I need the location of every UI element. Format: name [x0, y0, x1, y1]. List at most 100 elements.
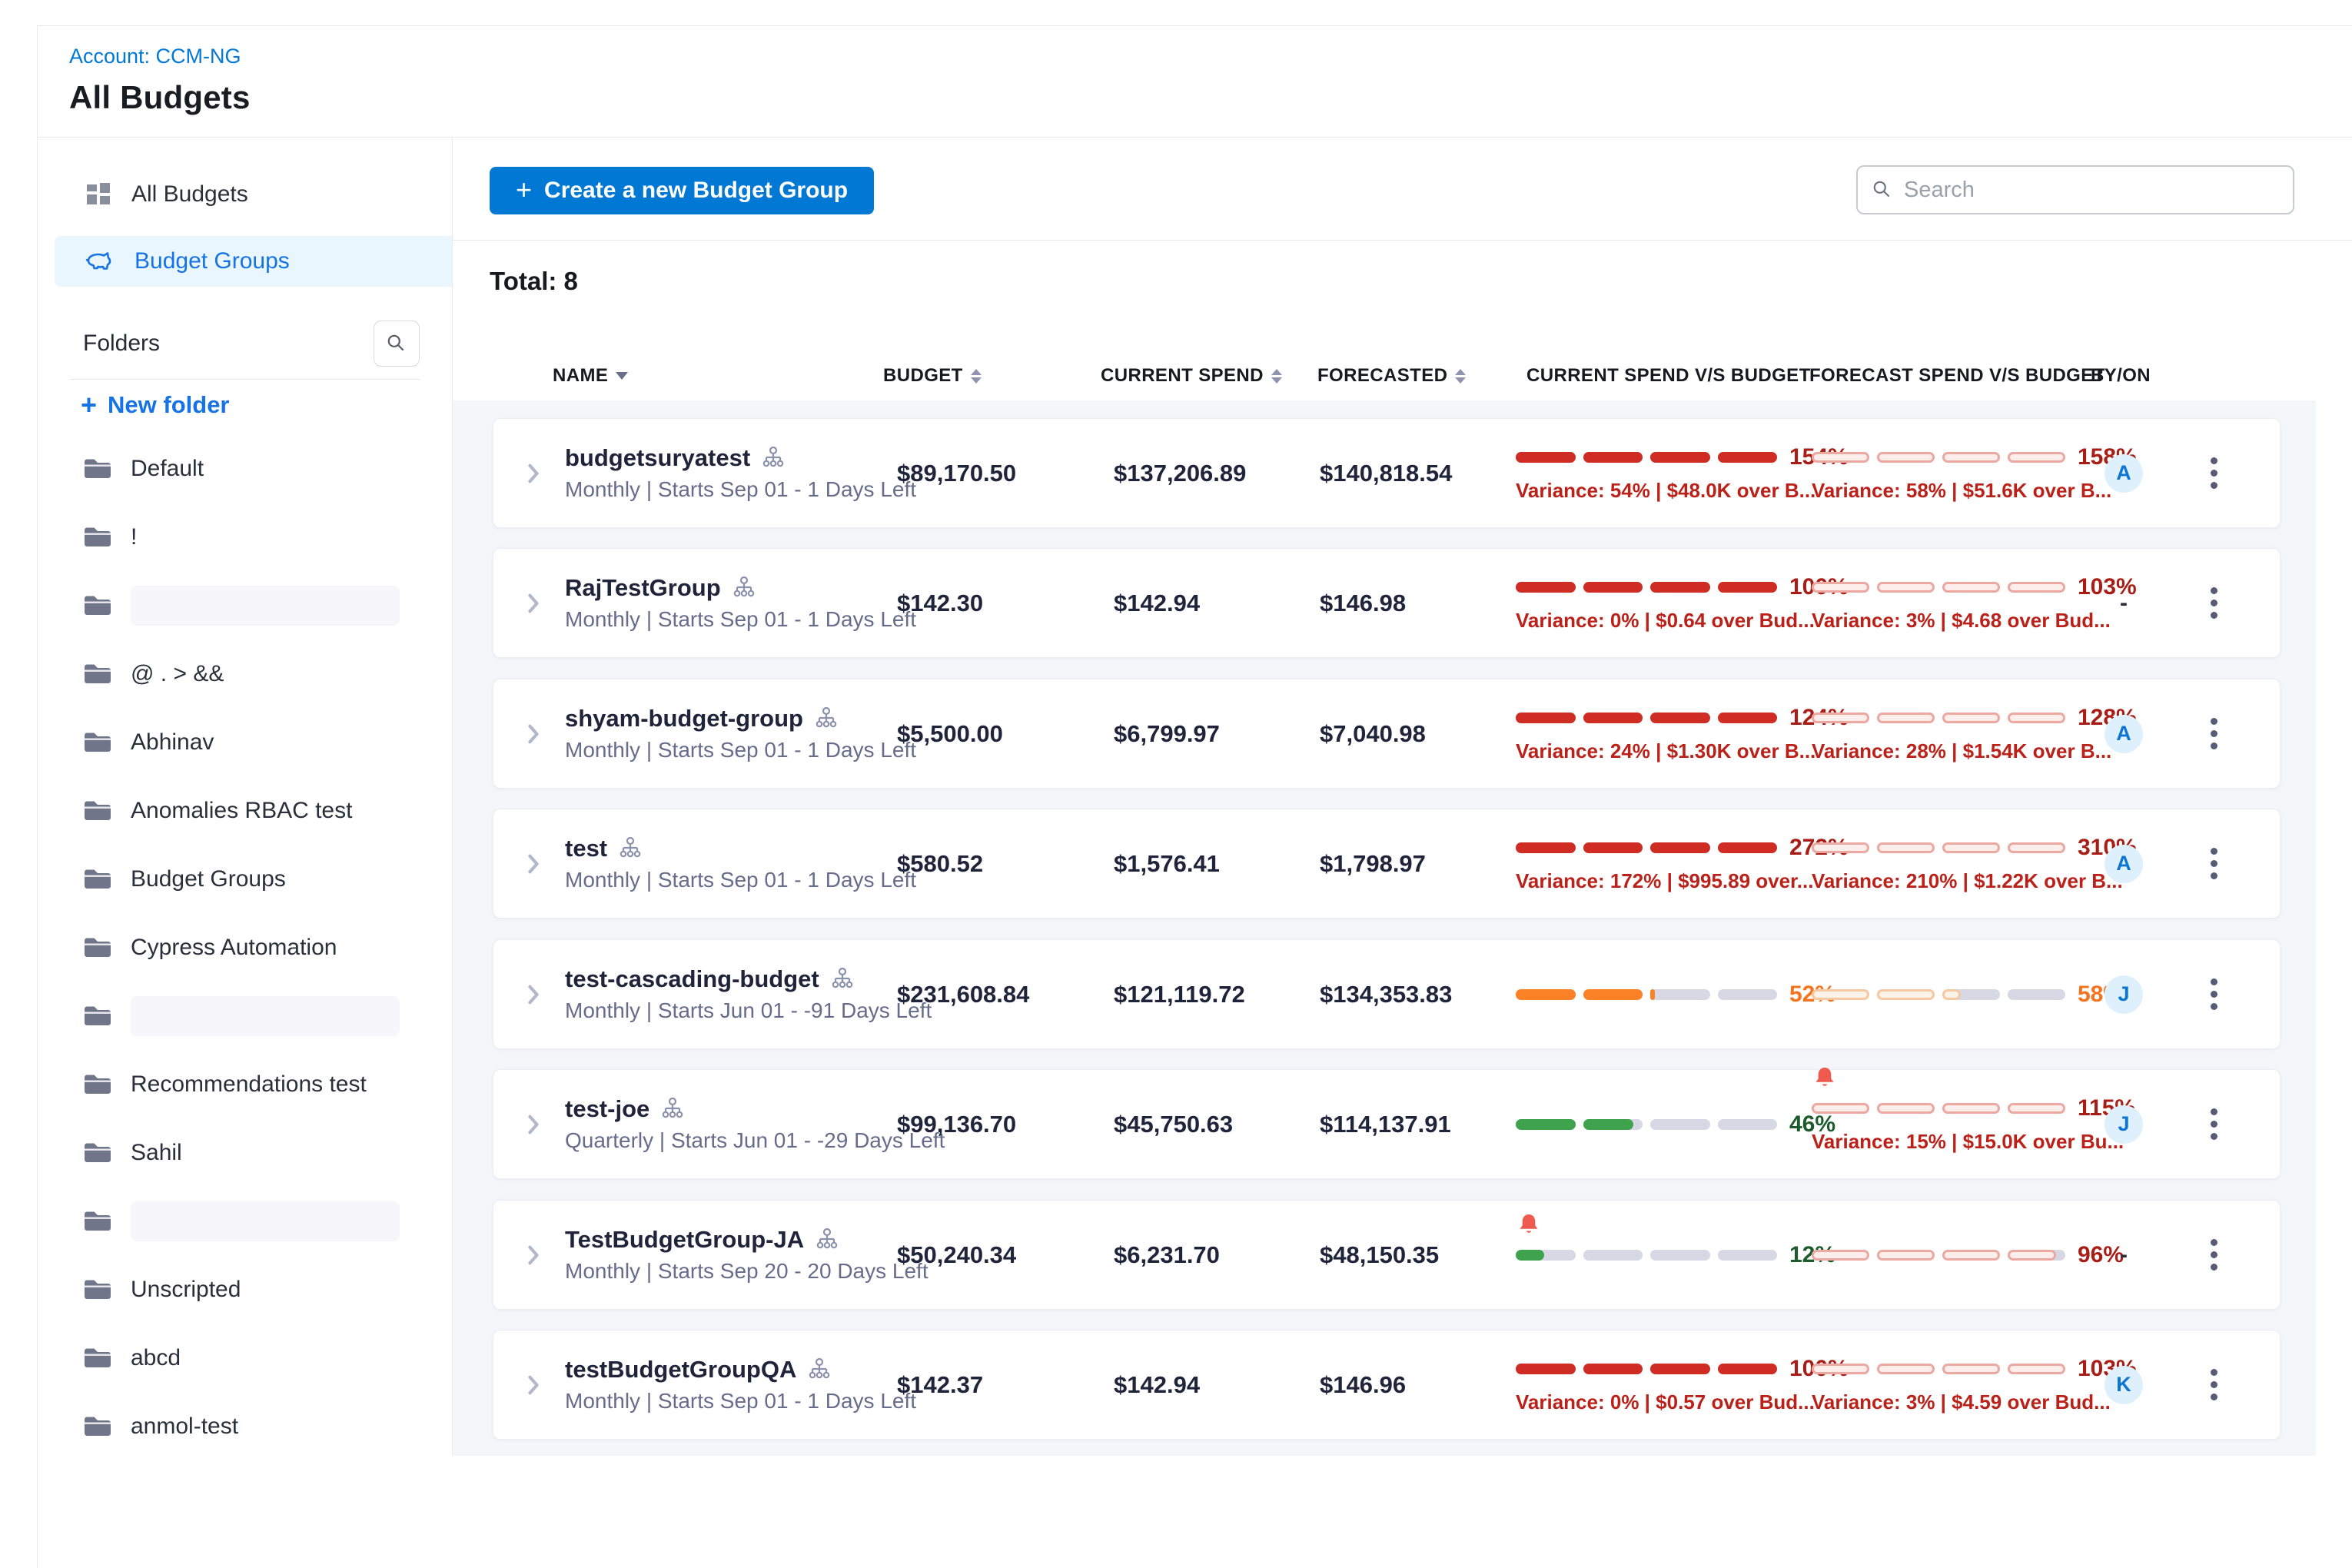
folder-icon [83, 1141, 112, 1164]
budget-group-row[interactable]: testBudgetGroupQA Monthly | Starts Sep 0… [493, 1330, 2281, 1440]
grid-icon [85, 181, 111, 208]
sidebar-folder-item[interactable]: @ . > && [83, 653, 444, 696]
sidebar-folder-item[interactable]: abcd [83, 1337, 444, 1380]
budget-amount: $50,240.34 [897, 1241, 1016, 1269]
sidebar-folder-item[interactable]: Cypress Automation [83, 926, 444, 969]
budget-amount: $580.52 [897, 850, 983, 878]
row-expand-chevron[interactable] [527, 1201, 540, 1309]
sidebar-item-all-budgets[interactable]: All Budgets [55, 169, 452, 220]
create-budget-group-button[interactable]: + Create a new Budget Group [490, 167, 874, 214]
budget-group-name[interactable]: budgetsuryatest [565, 444, 750, 472]
main-content: + Create a new Budget Group Total: 8 NAM… [453, 138, 2352, 1456]
budget-group-name[interactable]: test-cascading-budget [565, 965, 819, 993]
by-on-cell: - [2102, 549, 2145, 657]
sidebar-folder-item[interactable] [83, 995, 444, 1038]
name-cell: test-joe Quarterly | Starts Jun 01 - -29… [565, 1070, 945, 1178]
column-header-budget[interactable]: BUDGET [883, 365, 982, 387]
budget-group-name[interactable]: test-joe [565, 1095, 649, 1123]
folder-name: Sahil [131, 1140, 182, 1166]
sidebar: All Budgets Budget Groups Folders [38, 138, 453, 1456]
row-expand-chevron[interactable] [527, 1070, 540, 1178]
account-breadcrumb-link[interactable]: Account: CCM-NG [69, 45, 2352, 68]
folder-name: Cypress Automation [131, 935, 337, 961]
row-menu-button[interactable] [2198, 809, 2229, 918]
sort-icon [1271, 369, 1282, 384]
sidebar-folder-item[interactable]: ! [83, 516, 444, 559]
row-menu-button[interactable] [2198, 1070, 2229, 1178]
row-menu-button[interactable] [2198, 1201, 2229, 1309]
hierarchy-icon [830, 967, 855, 992]
sidebar-folder-item[interactable]: Sahil [83, 1131, 444, 1174]
folder-name: @ . > && [131, 661, 224, 687]
folder-icon [83, 1347, 112, 1370]
sidebar-item-budget-groups[interactable]: Budget Groups [55, 236, 452, 287]
sidebar-folder-item[interactable] [83, 584, 444, 627]
current-vs-budget-bar [1516, 452, 1777, 463]
new-folder-button[interactable]: + New folder [81, 391, 230, 419]
budget-group-name[interactable]: testBudgetGroupQA [565, 1356, 796, 1384]
folder-icon [83, 1210, 112, 1233]
budget-amount: $142.30 [897, 590, 983, 617]
sidebar-folder-item[interactable]: Unscripted [83, 1268, 444, 1311]
name-cell: testBudgetGroupQA Monthly | Starts Sep 0… [565, 1330, 916, 1439]
folder-icon [83, 663, 112, 686]
sidebar-folder-item[interactable]: Abhinav [83, 721, 444, 764]
column-header-forecasted[interactable]: FORECASTED [1317, 365, 1466, 387]
row-expand-chevron[interactable] [527, 419, 540, 527]
by-on-empty-dash: - [2120, 590, 2128, 616]
sidebar-folder-item[interactable]: anmol-test [83, 1405, 444, 1448]
folder-search-button[interactable] [374, 321, 420, 367]
name-cell: shyam-budget-group Monthly | Starts Sep … [565, 679, 916, 788]
sidebar-folder-item[interactable]: Anomalies RBAC test [83, 789, 444, 832]
budget-group-name[interactable]: shyam-budget-group [565, 705, 803, 733]
search-input[interactable] [1904, 178, 2279, 203]
by-on-avatar: K [2105, 1366, 2143, 1404]
column-header-name[interactable]: NAME [553, 365, 628, 387]
column-header-current-spend[interactable]: CURRENT SPEND [1101, 365, 1282, 387]
sidebar-folder-item[interactable] [83, 1200, 444, 1243]
budget-group-row[interactable]: TestBudgetGroup-JA Monthly | Starts Sep … [493, 1200, 2281, 1310]
current-vs-budget-cell: 154% Variance: 54% | $48.0K over B... [1516, 419, 1854, 527]
current-spend-amount: $6,231.70 [1114, 1241, 1220, 1269]
sidebar-folder-item[interactable]: Budget Groups [83, 858, 444, 901]
alert-bell-icon [1517, 1212, 1540, 1237]
row-menu-button[interactable] [2198, 1330, 2229, 1439]
forecasted-amount: $7,040.98 [1320, 720, 1426, 748]
budget-group-row[interactable]: RajTestGroup Monthly | Starts Sep 01 - 1… [493, 548, 2281, 658]
redacted-folder-name [131, 1201, 400, 1241]
sidebar-item-label: All Budgets [131, 181, 248, 208]
row-menu-button[interactable] [2198, 419, 2229, 527]
row-expand-chevron[interactable] [527, 940, 540, 1048]
budget-group-row[interactable]: shyam-budget-group Monthly | Starts Sep … [493, 679, 2281, 789]
row-menu-button[interactable] [2198, 549, 2229, 657]
app-body: All Budgets Budget Groups Folders [38, 138, 2352, 1456]
row-menu-button[interactable] [2198, 940, 2229, 1048]
folder-icon [83, 868, 112, 891]
budget-group-row[interactable]: test Monthly | Starts Sep 01 - 1 Days Le… [493, 809, 2281, 919]
budget-group-name[interactable]: RajTestGroup [565, 574, 721, 602]
budget-amount: $99,136.70 [897, 1111, 1016, 1138]
row-expand-chevron[interactable] [527, 809, 540, 918]
by-on-empty-dash: - [2120, 1242, 2128, 1268]
folder-icon [83, 936, 112, 959]
forecast-vs-budget-bar [1812, 1364, 2065, 1374]
row-menu-button[interactable] [2198, 679, 2229, 788]
row-expand-chevron[interactable] [527, 679, 540, 788]
current-spend-amount: $1,576.41 [1114, 850, 1220, 878]
sort-icon [1455, 369, 1466, 384]
budget-group-row[interactable]: test-cascading-budget Monthly | Starts J… [493, 939, 2281, 1049]
row-expand-chevron[interactable] [527, 1330, 540, 1439]
forecasted-amount: $48,150.35 [1320, 1241, 1439, 1269]
hierarchy-icon [732, 576, 756, 600]
sidebar-folder-item[interactable]: Default [83, 447, 444, 490]
toolbar-divider [453, 240, 2352, 241]
budget-group-name[interactable]: test [565, 835, 607, 862]
budget-group-name[interactable]: TestBudgetGroup-JA [565, 1226, 804, 1254]
budget-group-row[interactable]: test-joe Quarterly | Starts Jun 01 - -29… [493, 1069, 2281, 1179]
app-frame: Account: CCM-NG All Budgets All Budgets [37, 25, 2352, 1568]
row-expand-chevron[interactable] [527, 549, 540, 657]
folder-icon [83, 731, 112, 754]
plus-icon: + [516, 174, 532, 206]
budget-group-row[interactable]: budgetsuryatest Monthly | Starts Sep 01 … [493, 418, 2281, 528]
sidebar-folder-item[interactable]: Recommendations test [83, 1063, 444, 1106]
